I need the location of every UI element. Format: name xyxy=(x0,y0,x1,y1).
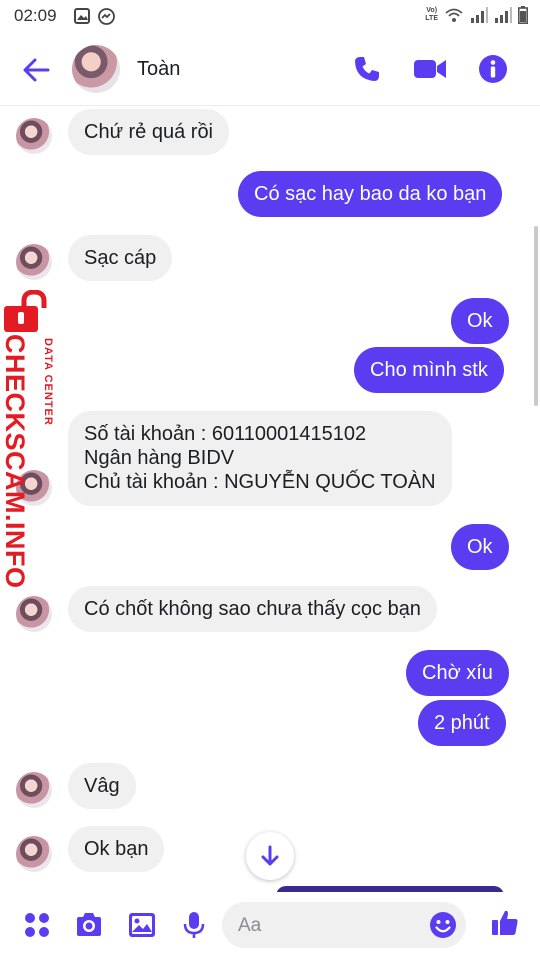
wifi-icon xyxy=(445,8,463,22)
watermark-subtitle: DATA CENTER xyxy=(42,338,54,426)
status-time: 02:09 xyxy=(14,6,57,25)
microphone-icon[interactable] xyxy=(179,910,209,940)
messenger-notification-icon xyxy=(98,8,115,25)
gallery-notification-icon xyxy=(74,8,90,24)
checkscam-watermark: CHECKSCAM.INFO DATA CENTER xyxy=(0,290,62,589)
message-outgoing[interactable]: Chờ xíu xyxy=(406,650,509,696)
message-incoming-account-info[interactable]: Số tài khoản : 60110001415102 Ngân hàng … xyxy=(68,411,452,506)
message-list[interactable]: Chứ rẻ quá rồi Có sạc hay bao da ko bạn … xyxy=(0,106,540,886)
apps-icon[interactable] xyxy=(22,910,52,940)
contact-avatar-small xyxy=(16,244,52,280)
thumbs-up-icon[interactable] xyxy=(490,908,520,938)
contact-avatar-small xyxy=(16,596,52,632)
contact-avatar-small xyxy=(16,772,52,808)
message-outgoing[interactable]: Có sạc hay bao da ko bạn xyxy=(238,171,503,217)
scroll-to-bottom-button[interactable] xyxy=(246,832,294,880)
message-input-placeholder: Aa xyxy=(238,915,262,936)
video-camera-icon[interactable] xyxy=(413,54,447,84)
message-outgoing[interactable]: Cho mình stk xyxy=(354,347,504,393)
message-incoming[interactable]: Sạc cáp xyxy=(68,235,173,281)
lock-icon xyxy=(4,290,47,332)
message-incoming[interactable]: Có chốt không sao chưa thấy cọc bạn xyxy=(68,586,437,632)
bank-name-line: Ngân hàng BIDV xyxy=(84,447,235,469)
info-icon[interactable] xyxy=(478,54,508,84)
contact-avatar-small xyxy=(16,836,52,872)
contact-avatar[interactable] xyxy=(72,45,120,93)
volte-label: Vo) xyxy=(426,7,438,14)
message-incoming[interactable]: Chứ rẻ quá rồi xyxy=(68,109,230,155)
message-outgoing[interactable]: Ok xyxy=(451,524,509,570)
emoji-icon[interactable] xyxy=(428,910,458,940)
message-outgoing[interactable]: 2 phút xyxy=(418,700,506,746)
scrollbar[interactable] xyxy=(534,226,538,406)
account-number-line: Số tài khoản : 60110001415102 xyxy=(84,423,367,445)
back-arrow-icon[interactable] xyxy=(20,54,52,86)
message-incoming[interactable]: Vâg xyxy=(68,763,136,809)
message-input[interactable]: Aa xyxy=(222,902,466,948)
composer-bar: Aa xyxy=(0,892,540,960)
phone-icon[interactable] xyxy=(352,54,382,84)
gallery-icon[interactable] xyxy=(127,910,157,940)
lte-label: LTE xyxy=(425,15,438,22)
conversation-header: Toàn xyxy=(0,32,540,106)
arrow-down-icon xyxy=(261,845,279,866)
camera-icon[interactable] xyxy=(74,910,104,940)
signal-2-icon xyxy=(495,7,512,23)
watermark-brand: CHECKSCAM.INFO xyxy=(0,334,30,589)
contact-avatar-small xyxy=(16,118,52,154)
account-holder-line: Chủ tài khoản : NGUYỄN QUỐC TOÀN xyxy=(84,471,436,493)
message-incoming[interactable]: Ok bạn xyxy=(68,826,165,872)
contact-name[interactable]: Toàn xyxy=(137,58,180,81)
status-bar: 02:09 Vo) LTE xyxy=(0,0,540,32)
battery-icon xyxy=(518,6,528,24)
message-outgoing[interactable]: Ok xyxy=(451,298,509,344)
signal-icon xyxy=(471,7,488,23)
